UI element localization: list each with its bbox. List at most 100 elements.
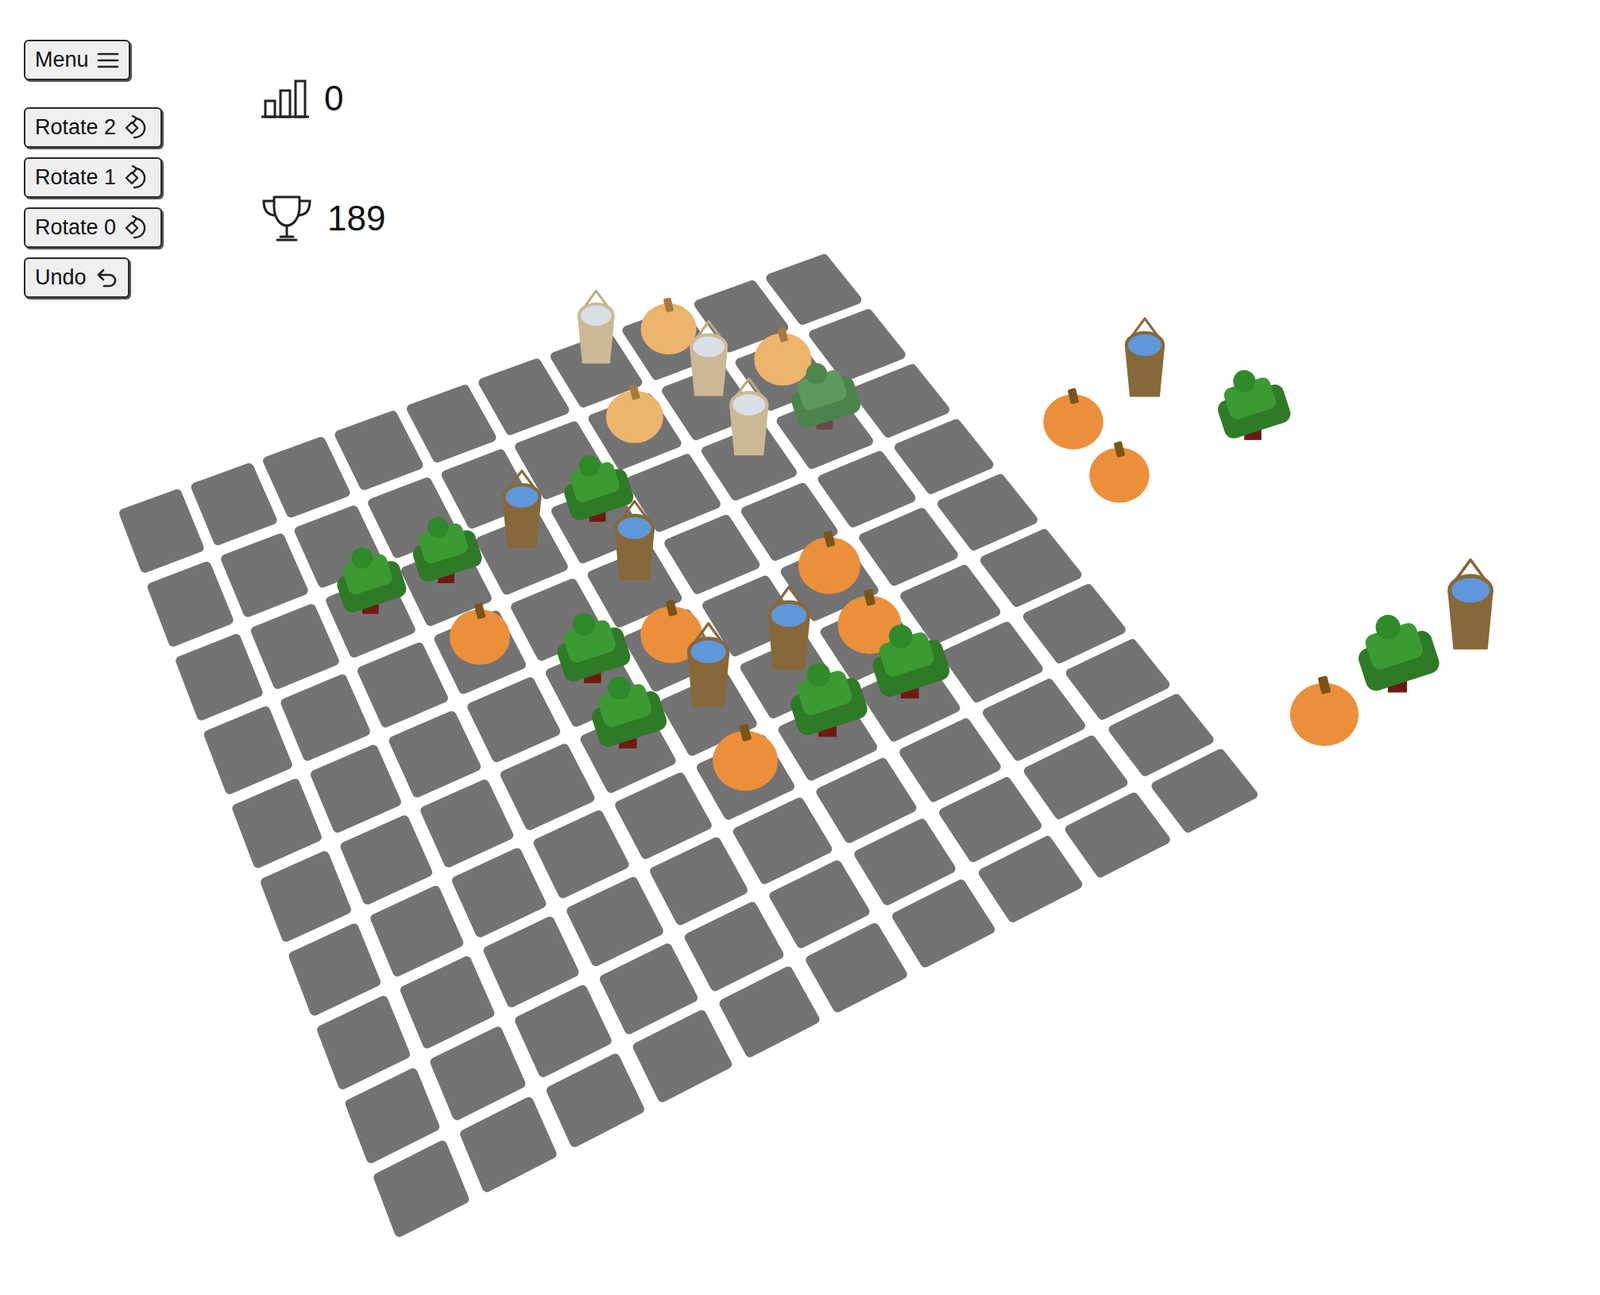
tray-piece[interactable]	[1043, 318, 1165, 503]
pumpkin-piece[interactable]	[1043, 387, 1104, 450]
board-tile[interactable]	[987, 683, 1081, 756]
stats: 0189	[260, 39, 386, 244]
board-tile[interactable]	[942, 479, 1033, 546]
board-tile[interactable]	[813, 313, 901, 377]
board-tile[interactable]	[904, 569, 996, 640]
board-tile[interactable]	[255, 608, 335, 685]
board-tile[interactable]	[123, 494, 199, 569]
bucket-piece	[767, 587, 810, 671]
board-tile[interactable]	[208, 711, 288, 790]
board-tile[interactable]	[654, 842, 743, 921]
board-tile[interactable]	[293, 927, 376, 1011]
board-tile[interactable]	[315, 749, 397, 829]
board-tile[interactable]	[904, 722, 997, 797]
board-tile[interactable]	[863, 512, 954, 581]
board-tile[interactable]	[551, 1058, 640, 1143]
board-tile[interactable]	[488, 921, 575, 1003]
trophy-icon	[260, 193, 314, 244]
board-tile[interactable]	[152, 566, 229, 642]
pumpkin-piece[interactable]	[1290, 675, 1359, 746]
board-tile[interactable]	[519, 989, 607, 1073]
tray-piece[interactable]	[1208, 359, 1294, 441]
controls: Menu Rotate 2 Rotate 1 Rotate 0 Undo	[23, 39, 194, 298]
board-tile[interactable]	[637, 1014, 728, 1098]
board-tile[interactable]	[411, 389, 491, 458]
board-tile[interactable]	[180, 638, 258, 716]
bucket-piece[interactable]	[1124, 318, 1165, 398]
tree-piece	[780, 652, 870, 739]
board-tile[interactable]	[1113, 699, 1210, 772]
board-tile[interactable]	[668, 519, 755, 590]
board-tile[interactable]	[821, 762, 913, 839]
board-tile[interactable]	[265, 855, 347, 937]
board-tile[interactable]	[340, 415, 419, 486]
board-tile[interactable]	[619, 777, 708, 855]
board-tile[interactable]	[896, 884, 990, 963]
board-tile[interactable]	[505, 748, 591, 826]
tree-piece[interactable]	[1348, 603, 1442, 694]
board-tile[interactable]	[774, 865, 866, 944]
pumpkin-piece	[798, 530, 861, 595]
game-canvas[interactable]	[0, 0, 1600, 1295]
board-tile[interactable]	[985, 533, 1078, 603]
board-tile[interactable]	[810, 927, 903, 1008]
board-tile[interactable]	[225, 538, 303, 613]
board-tile[interactable]	[394, 715, 476, 793]
board-tile[interactable]	[770, 258, 857, 321]
rotate-button[interactable]: Rotate 2	[23, 107, 163, 148]
board-tile[interactable]	[604, 948, 693, 1030]
rotate-button[interactable]: Rotate 0	[23, 207, 163, 248]
board-tile[interactable]	[405, 961, 490, 1044]
board-tile[interactable]	[823, 456, 912, 523]
board-tile[interactable]	[1156, 753, 1254, 828]
board-tile[interactable]	[1028, 588, 1121, 659]
board-tile[interactable]	[464, 1101, 553, 1188]
menu-button[interactable]: Menu	[23, 39, 131, 81]
board-tile[interactable]	[1028, 740, 1124, 815]
board-tile[interactable]	[236, 783, 317, 863]
pumpkin-piece[interactable]	[1089, 440, 1150, 503]
board-tile[interactable]	[1070, 643, 1166, 715]
rotate-icon	[123, 164, 151, 192]
board-tile[interactable]	[435, 1031, 522, 1116]
board-tile[interactable]	[425, 784, 509, 862]
hud: Menu Rotate 2 Rotate 1 Rotate 0 Undo 0189	[23, 39, 386, 298]
bucket-piece[interactable]	[1447, 560, 1494, 650]
tray-piece[interactable]	[1290, 560, 1494, 746]
board-tile[interactable]	[456, 853, 542, 933]
board-tile[interactable]	[724, 971, 816, 1053]
rotate-buttons: Rotate 2 Rotate 1 Rotate 0 Undo	[23, 107, 163, 298]
rotate-icon	[123, 114, 151, 142]
board-tile[interactable]	[321, 1000, 406, 1086]
undo-button[interactable]: Undo	[23, 257, 130, 298]
undo-icon	[94, 266, 119, 290]
board-tile[interactable]	[571, 881, 659, 962]
board-tile[interactable]	[345, 819, 428, 900]
board-tile[interactable]	[483, 363, 565, 430]
board-tile[interactable]	[350, 1073, 436, 1160]
level-stat: 0	[260, 74, 386, 123]
board-tile[interactable]	[858, 823, 951, 901]
board-tile[interactable]	[538, 815, 625, 894]
board-tile[interactable]	[267, 441, 345, 514]
board-tile[interactable]	[689, 906, 780, 986]
tree-piece[interactable]	[1208, 359, 1294, 441]
board-tile[interactable]	[899, 424, 990, 490]
rotate-button[interactable]: Rotate 1	[23, 157, 163, 198]
board-tile[interactable]	[196, 467, 273, 541]
board-tile[interactable]	[1070, 797, 1166, 874]
game-board	[123, 258, 1253, 1233]
board-tile[interactable]	[946, 626, 1039, 699]
board-tile[interactable]	[943, 781, 1037, 858]
board-tile[interactable]	[362, 647, 444, 723]
board-tile[interactable]	[856, 368, 945, 433]
board-tile[interactable]	[374, 890, 459, 972]
piece-tray	[1043, 318, 1494, 746]
board-tile[interactable]	[738, 802, 828, 880]
board-tile[interactable]	[983, 840, 1079, 918]
stat-value: 0	[324, 77, 344, 120]
tree-piece	[782, 353, 863, 431]
board-tile[interactable]	[471, 681, 556, 758]
board-tile[interactable]	[285, 679, 365, 757]
board-tile[interactable]	[378, 1145, 464, 1233]
